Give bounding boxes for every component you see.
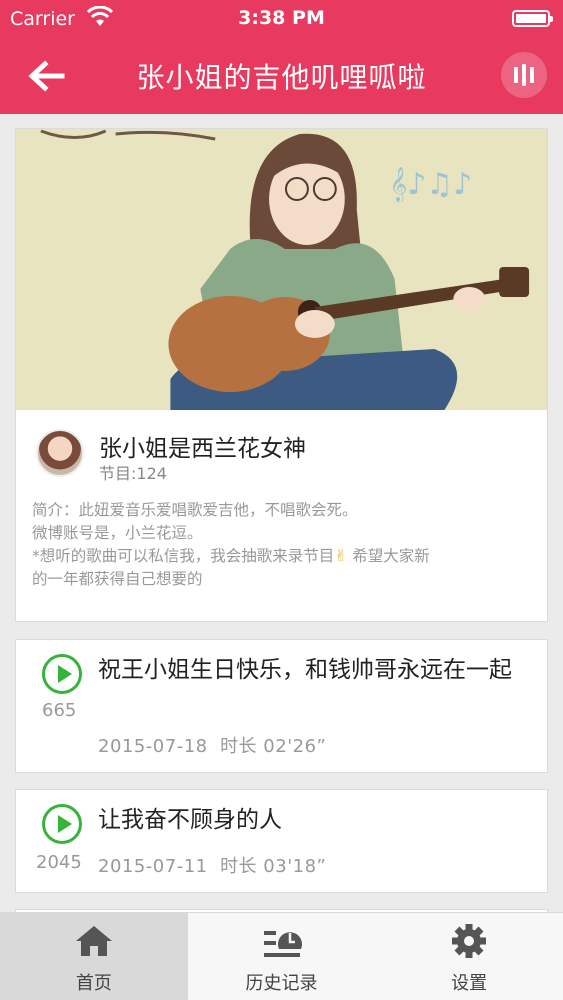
play-icon[interactable] — [42, 654, 82, 694]
description-line: *想听的歌曲可以私信我，我会抽歌来录节目✌ 希望大家新 — [32, 545, 531, 568]
arrow-left-icon[interactable] — [26, 58, 66, 94]
battery-icon — [512, 10, 553, 27]
equalizer-icon[interactable] — [501, 52, 547, 98]
tab-label: 历史记录 — [245, 973, 318, 994]
episode-meta: 2015-07-18 时长 02'26” — [98, 732, 326, 758]
tab-history[interactable]: 历史记录 — [188, 913, 376, 1000]
status-time: 3:38 PM — [238, 7, 325, 29]
profile-name: 张小姐是西兰花女神 — [99, 436, 306, 462]
play-count: 2045 — [36, 852, 82, 873]
episode-meta: 2015-07-11 时长 03'18” — [98, 852, 326, 878]
description-text: 希望大家新 — [352, 547, 430, 565]
tab-bar: 首页 历史记录 设置 — [0, 912, 563, 1000]
tab-settings[interactable]: 设置 — [375, 913, 563, 1000]
episode-count: 节目:124 — [99, 464, 167, 483]
episode-duration: 时长 02'26” — [220, 736, 327, 757]
profile-card: 𝄞♪♫♪ 张小姐是西兰花女神 节目:124 简介：此妞爱音乐爱唱歌爱吉他，不唱歌… — [15, 128, 548, 622]
description-text: *想听的歌曲可以私信我，我会抽歌来录节目 — [32, 547, 335, 565]
episode-duration: 时长 03'18” — [220, 856, 327, 877]
episode-title: 让我奋不顾身的人 — [98, 807, 282, 833]
description-line: 微博账号是，小兰花逗。 — [32, 524, 203, 542]
page-title: 张小姐的吉他叽哩呱啦 — [136, 61, 427, 94]
history-icon — [263, 931, 302, 957]
content-scroll[interactable]: 𝄞♪♫♪ 张小姐是西兰花女神 节目:124 简介：此妞爱音乐爱唱歌爱吉他，不唱歌… — [0, 114, 563, 912]
episode-title: 祝王小姐生日快乐，和钱帅哥永远在一起 — [98, 657, 512, 683]
tab-label: 设置 — [451, 973, 488, 994]
top-bar: Carrier 3:38 PM 张小姐的吉他叽哩呱啦 — [0, 0, 563, 114]
victory-hand-emoji: ✌ — [334, 547, 348, 565]
description-line: 的一年都获得自己想要的 — [32, 570, 203, 588]
description-line: 简介：此妞爱音乐爱唱歌爱吉他，不唱歌会死。 — [32, 501, 358, 519]
profile-description: 简介：此妞爱音乐爱唱歌爱吉他，不唱歌会死。 微博账号是，小兰花逗。 *想听的歌曲… — [32, 499, 531, 591]
home-icon — [75, 926, 112, 956]
episode-date: 2015-07-18 — [98, 736, 208, 757]
svg-text:𝄞♪♫♪: 𝄞♪♫♪ — [390, 167, 473, 203]
gear-icon — [452, 924, 487, 958]
episode-date: 2015-07-11 — [98, 856, 208, 877]
status-bar: Carrier 3:38 PM — [0, 0, 563, 38]
episode-item[interactable]: 665 祝王小姐生日快乐，和钱帅哥永远在一起 2015-07-18 时长 02'… — [15, 639, 548, 773]
avatar[interactable] — [36, 429, 84, 477]
cover-image: 𝄞♪♫♪ — [16, 129, 547, 410]
girl-playing-guitar-illustration: 𝄞♪♫♪ — [16, 129, 547, 410]
episode-item[interactable]: 2045 让我奋不顾身的人 2015-07-11 时长 03'18” — [15, 789, 548, 893]
navigation-bar: 张小姐的吉他叽哩呱啦 — [0, 38, 563, 114]
play-count: 665 — [42, 700, 77, 721]
play-icon[interactable] — [42, 804, 82, 844]
tab-label: 首页 — [75, 973, 112, 994]
tab-home[interactable]: 首页 — [0, 913, 188, 1000]
